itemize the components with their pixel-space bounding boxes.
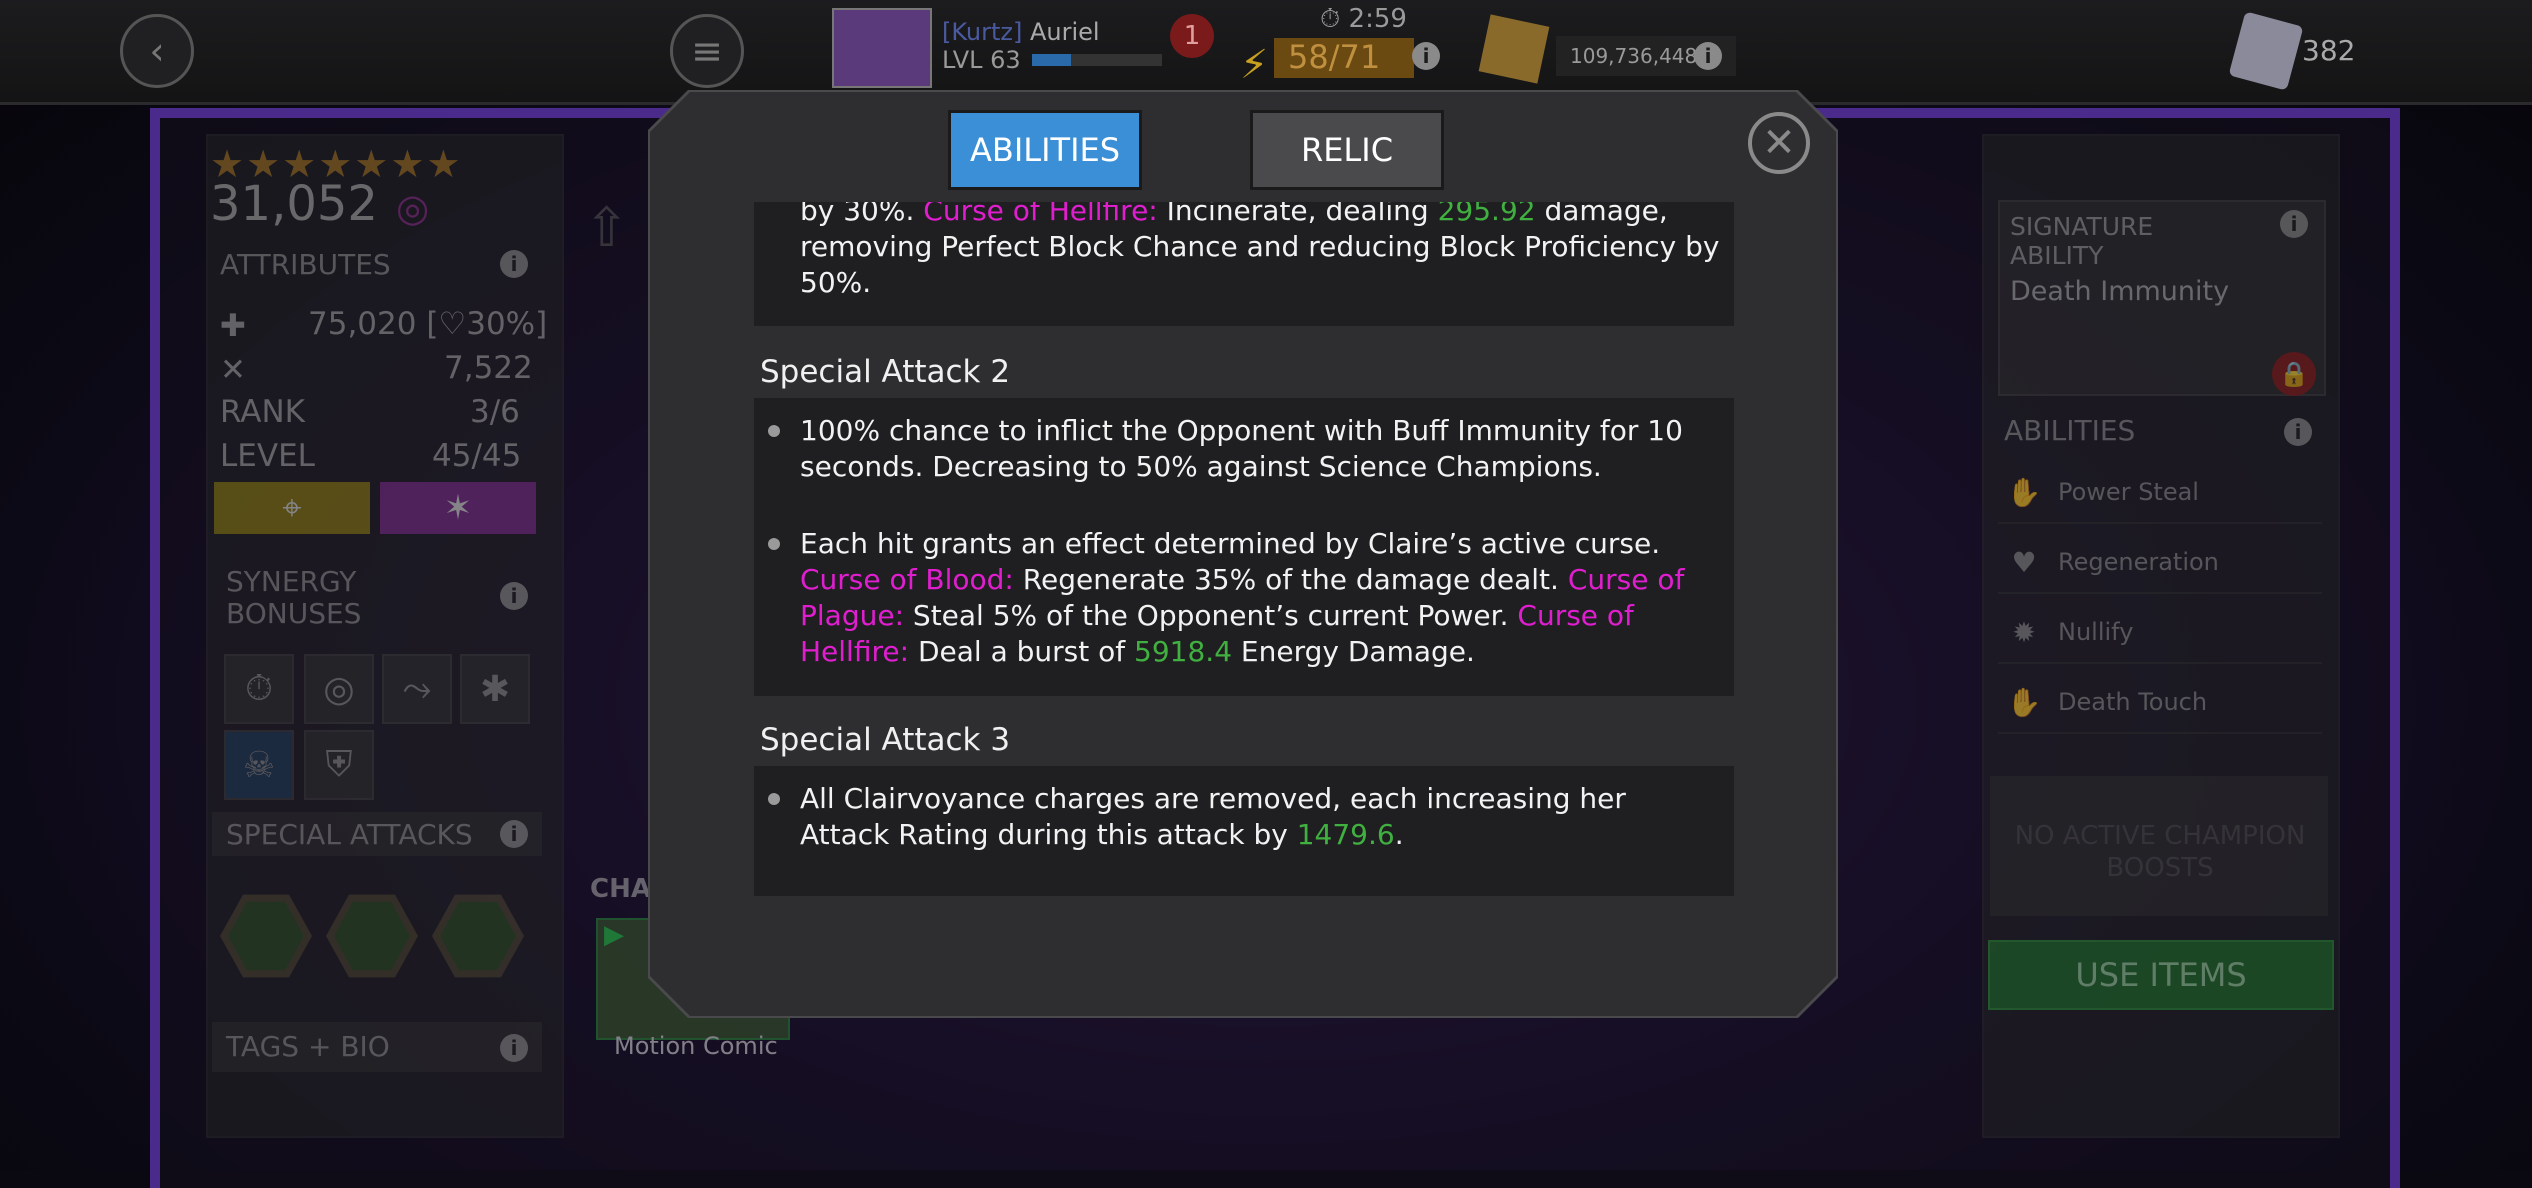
play-icon: ▶ bbox=[604, 920, 624, 950]
energy-timer: 2:59 bbox=[1348, 4, 1407, 34]
special-attack-3-bullet-1: All Clairvoyance charges are removed, ea… bbox=[800, 782, 1626, 851]
class-button[interactable]: ⌖ bbox=[214, 482, 370, 534]
clock-icon: ⏱ bbox=[1320, 4, 1341, 34]
special-attacks-info-icon[interactable]: i bbox=[500, 820, 528, 848]
avatar[interactable] bbox=[832, 8, 932, 88]
top-bar: ‹ ≡ [Kurtz] Auriel LVL 63 1 ⚡ ⏱ 2:59 58/… bbox=[0, 0, 2532, 105]
special-attack-2-title: Special Attack 2 bbox=[760, 354, 1011, 390]
gold-icon bbox=[1478, 14, 1550, 84]
champion-rating: 31,052 bbox=[210, 176, 378, 232]
special-attacks-title: SPECIAL ATTACKS bbox=[226, 818, 473, 851]
gold-info-icon[interactable]: i bbox=[1694, 42, 1722, 70]
ability-row-regeneration[interactable]: ♥ Regeneration bbox=[1998, 532, 2322, 594]
units-icon bbox=[2228, 11, 2304, 91]
ability-label: Death Touch bbox=[2058, 688, 2208, 716]
attributes-info-icon[interactable]: i bbox=[500, 250, 528, 278]
no-boosts-text: NO ACTIVE CHAMPION BOOSTS bbox=[2014, 821, 2306, 883]
level-value: 45/45 bbox=[432, 438, 522, 474]
prestige-icon: ◎ bbox=[396, 186, 430, 230]
tags-bio-title: TAGS + BIO bbox=[226, 1030, 390, 1063]
units-count: 382 bbox=[2302, 34, 2356, 67]
special-attack-2-bullet-1: 100% chance to inflict the Opponent with… bbox=[800, 414, 1683, 483]
health-icon: ✚ bbox=[220, 308, 246, 344]
signature-ability-name: Death Immunity bbox=[2010, 276, 2230, 307]
ability-label: Nullify bbox=[2058, 618, 2134, 646]
abilities-info-icon[interactable]: i bbox=[2284, 418, 2312, 446]
crosshair-icon: ⌖ bbox=[282, 488, 302, 528]
attributes-title: ATTRIBUTES bbox=[220, 248, 391, 281]
synergy-stopwatch-icon[interactable]: ⏱ bbox=[224, 654, 294, 724]
energy-info-icon[interactable]: i bbox=[1412, 42, 1440, 70]
ability-block-top-text: by 30%. Curse of Hellfire: Incinerate, d… bbox=[800, 194, 1720, 299]
health-value: 75,020 [♡30%] bbox=[308, 306, 548, 342]
xp-bar bbox=[1032, 54, 1162, 66]
timer: ⏱ 2:59 bbox=[1320, 4, 1407, 35]
lock-icon: 🔒 bbox=[2272, 352, 2316, 396]
tab-abilities[interactable]: ABILITIES bbox=[948, 110, 1142, 190]
ability-row-death-touch[interactable]: ✋ Death Touch bbox=[1998, 672, 2322, 734]
rank-value: 3/6 bbox=[470, 394, 520, 430]
synergy-swirl-icon[interactable]: ◎ bbox=[304, 654, 374, 724]
special-attack-3-title: Special Attack 3 bbox=[760, 722, 1011, 758]
synergy-skull-icon[interactable]: ☠ bbox=[224, 730, 294, 800]
attack-icon: ✕ bbox=[220, 352, 246, 388]
player-name: Auriel bbox=[1030, 18, 1100, 46]
regeneration-icon: ♥ bbox=[2011, 545, 2037, 579]
ability-label: Regeneration bbox=[2058, 548, 2219, 576]
nullify-icon: ✹ bbox=[2012, 615, 2036, 649]
bullet bbox=[768, 538, 780, 550]
close-button[interactable]: ✕ bbox=[1748, 112, 1810, 174]
signature-title: SIGNATURE ABILITY bbox=[2010, 212, 2154, 270]
bullet bbox=[768, 793, 780, 805]
use-items-button[interactable]: USE ITEMS bbox=[1988, 940, 2334, 1010]
energy-count: 58/71 bbox=[1288, 38, 1381, 76]
signature-info-icon[interactable]: i bbox=[2280, 210, 2308, 238]
death-touch-icon: ✋ bbox=[2006, 685, 2042, 719]
chevron-left-icon: ‹ bbox=[149, 29, 165, 73]
notification-badge[interactable]: 1 bbox=[1170, 14, 1214, 58]
ability-label: Power Steal bbox=[2058, 478, 2199, 506]
synergy-spider-icon[interactable]: ✱ bbox=[460, 654, 530, 724]
menu-button[interactable]: ≡ bbox=[670, 14, 744, 88]
ability-row-nullify[interactable]: ✹ Nullify bbox=[1998, 602, 2322, 664]
ability-row-power-steal[interactable]: ✋ Power Steal bbox=[1998, 462, 2322, 524]
rank-label: RANK bbox=[220, 394, 306, 430]
menu-icon: ≡ bbox=[691, 29, 723, 73]
level-label: LEVEL bbox=[220, 438, 315, 474]
collection-header: CHA bbox=[590, 874, 651, 904]
attack-value: 7,522 bbox=[444, 350, 533, 386]
awaken-icon: ✶ bbox=[443, 488, 473, 528]
player-level: LVL 63 bbox=[942, 46, 1021, 74]
synergy-info-icon[interactable]: i bbox=[500, 582, 528, 610]
bullet bbox=[768, 425, 780, 437]
left-panel bbox=[206, 134, 564, 1138]
tags-bio-info-icon[interactable]: i bbox=[500, 1034, 528, 1062]
scroll-up-icon[interactable]: ⇧ bbox=[584, 196, 629, 259]
close-icon: ✕ bbox=[1762, 120, 1796, 166]
special-attack-2-bullet-2: Each hit grants an effect determined by … bbox=[800, 527, 1685, 668]
tab-relic[interactable]: RELIC bbox=[1250, 110, 1444, 190]
scroll-mask bbox=[754, 190, 1734, 202]
synergy-shield-icon[interactable]: ⛨ bbox=[304, 730, 374, 800]
motion-comic-label: Motion Comic bbox=[614, 1032, 778, 1060]
gold-count: 109,736,448 bbox=[1570, 44, 1698, 68]
abilities-title: ABILITIES bbox=[2004, 414, 2136, 447]
synergy-runner-icon[interactable]: ⤳ bbox=[382, 654, 452, 724]
player-tag: [Kurtz] bbox=[942, 18, 1023, 46]
back-button[interactable]: ‹ bbox=[120, 14, 194, 88]
synergy-title: SYNERGY BONUSES bbox=[226, 565, 362, 630]
upgrade-button[interactable]: ✶ bbox=[380, 482, 536, 534]
energy-bolt-icon: ⚡ bbox=[1240, 42, 1269, 88]
power-steal-icon: ✋ bbox=[2006, 475, 2042, 509]
